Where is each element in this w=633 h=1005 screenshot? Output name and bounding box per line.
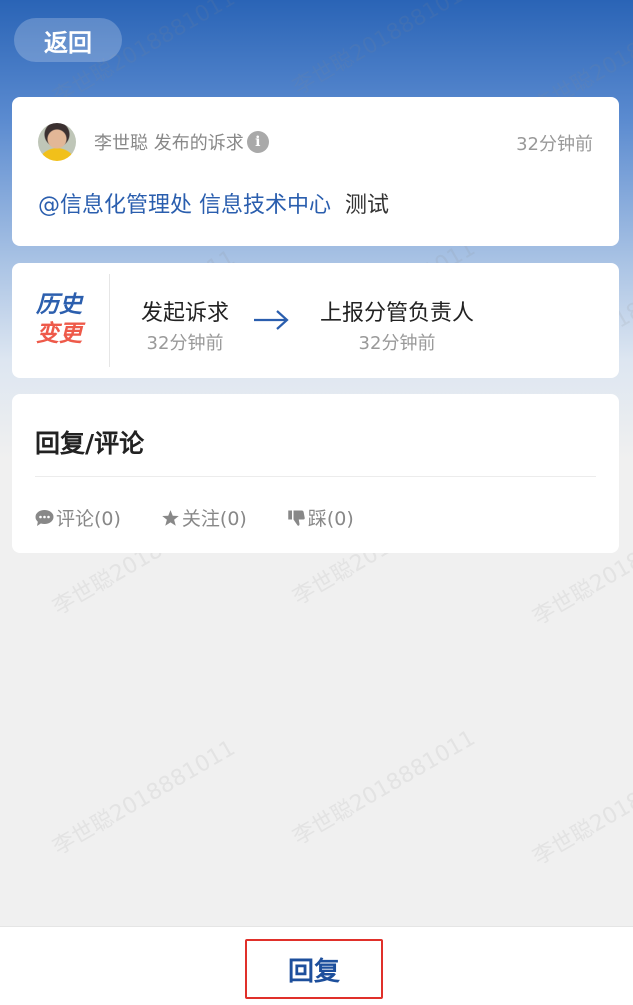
thumbs-down-icon xyxy=(288,510,305,526)
divider xyxy=(109,274,110,367)
history-step-title: 发起诉求 xyxy=(140,301,229,326)
history-step-title: 上报分管负责人 xyxy=(319,301,474,326)
post-text: 测试 xyxy=(345,193,390,218)
post-time: 32分钟前 xyxy=(516,134,593,155)
star-icon xyxy=(162,509,179,526)
history-card: 历史 变更 发起诉求 32分钟前 上报分管负责人 32分钟前 xyxy=(12,263,619,378)
follow-count: 关注(0) xyxy=(181,508,247,530)
post-author-meta: 李世聪 发布的诉求 i xyxy=(94,129,269,155)
watermark: 李世聪2018881011 xyxy=(288,0,480,101)
info-icon[interactable]: i xyxy=(246,131,269,153)
watermark: 李世聪2018881011 xyxy=(288,725,480,851)
history-step-time: 32分钟前 xyxy=(146,333,224,354)
history-step: 发起诉求 32分钟前 xyxy=(130,295,240,355)
comment-count: 评论(0) xyxy=(56,508,121,530)
history-badge-line2: 变更 xyxy=(36,321,82,347)
bottom-bar: 回复 xyxy=(0,926,633,1005)
history-badge: 历史 变更 xyxy=(36,291,82,349)
comments-title: 回复/评论 xyxy=(35,429,145,458)
arrow-right-icon xyxy=(254,310,289,330)
dislike-count: 踩(0) xyxy=(307,508,354,530)
comments-card: 回复/评论 评论(0) 关注(0) 踩(0) xyxy=(12,394,619,553)
comment-icon xyxy=(35,509,54,526)
post-card: 李世聪 发布的诉求 i 32分钟前 @信息化管理处 信息技术中心 测试 xyxy=(12,97,619,246)
comment-actions: 评论(0) 关注(0) 踩(0) xyxy=(35,504,394,531)
post-author-label: 李世聪 发布的诉求 xyxy=(94,133,244,154)
post-content: @信息化管理处 信息技术中心 测试 xyxy=(38,187,389,219)
reply-button[interactable]: 回复 xyxy=(245,939,383,999)
history-step: 上报分管负责人 32分钟前 xyxy=(312,295,482,355)
back-button[interactable]: 返回 xyxy=(14,18,122,62)
follow-button[interactable]: 关注(0) xyxy=(161,504,247,531)
watermark: 李世聪2018881011 xyxy=(48,735,240,861)
history-step-time: 32分钟前 xyxy=(358,333,436,354)
history-badge-line1: 历史 xyxy=(36,292,82,318)
watermark: 李世聪2018881011 xyxy=(528,745,633,871)
divider xyxy=(35,476,596,477)
avatar[interactable] xyxy=(38,123,76,161)
dislike-button[interactable]: 踩(0) xyxy=(287,504,354,531)
mention-link[interactable]: @信息化管理处 信息技术中心 xyxy=(38,193,331,218)
comment-button[interactable]: 评论(0) xyxy=(35,504,121,531)
